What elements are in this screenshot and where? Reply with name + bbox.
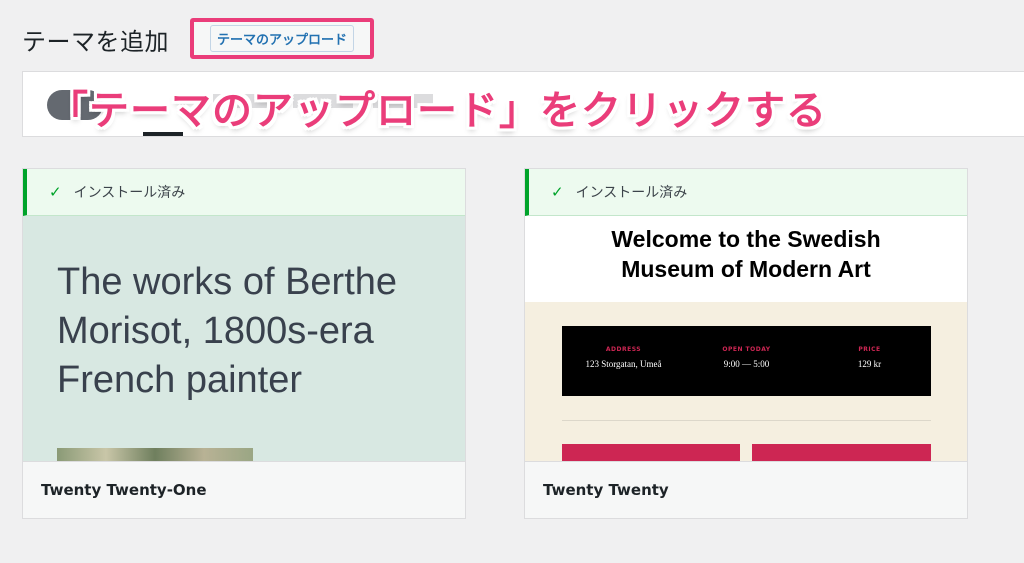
instruction-annotation: 「テーマのアップロード」をクリックする [48, 88, 827, 134]
info-value: 129 kr [857, 359, 882, 369]
info-address: ADDRESS 123 Storgatan, Umeå [562, 346, 685, 369]
preview-info-box: ADDRESS 123 Storgatan, Umeå OPEN TODAY 9… [562, 326, 931, 396]
installed-notice: ✓ インストール済み [525, 169, 967, 216]
theme-card-twenty-twenty[interactable]: ✓ インストール済み Welcome to the Swedish Museum… [524, 168, 968, 519]
info-label: PRICE [858, 346, 881, 353]
installed-label: インストール済み [73, 185, 186, 201]
preview-heading: The works of Berthe Morisot, 1800s-era F… [57, 261, 398, 401]
info-label: ADDRESS [605, 346, 642, 353]
info-value: 123 Storgatan, Umeå [585, 359, 662, 369]
preview-divider [562, 420, 931, 421]
check-icon: ✓ [49, 183, 62, 201]
upload-theme-button-highlight[interactable]: テーマのアップロード [190, 18, 374, 59]
check-icon: ✓ [551, 183, 564, 201]
theme-name: Twenty Twenty-One [23, 461, 465, 518]
preview-header-area: Welcome to the Swedish Museum of Modern … [525, 216, 967, 302]
installed-label: インストール済み [575, 185, 688, 201]
info-value: 9:00 — 5:00 [723, 359, 770, 369]
upload-theme-button[interactable]: テーマのアップロード [209, 25, 354, 52]
info-hours: OPEN TODAY 9:00 — 5:00 [685, 346, 808, 369]
preview-heading: Welcome to the Swedish Museum of Modern … [611, 226, 881, 282]
preview-body-area: ADDRESS 123 Storgatan, Umeå OPEN TODAY 9… [525, 302, 967, 463]
theme-screenshot[interactable]: The works of Berthe Morisot, 1800s-era F… [23, 216, 465, 463]
page-title: テーマを追加 [22, 28, 169, 56]
theme-name: Twenty Twenty [525, 461, 967, 518]
info-label: OPEN TODAY [722, 346, 771, 353]
theme-card-twenty-twenty-one[interactable]: ✓ インストール済み The works of Berthe Morisot, … [22, 168, 466, 519]
theme-screenshot[interactable]: Welcome to the Swedish Museum of Modern … [525, 216, 967, 463]
installed-notice: ✓ インストール済み [23, 169, 465, 216]
info-price: PRICE 129 kr [808, 346, 931, 369]
